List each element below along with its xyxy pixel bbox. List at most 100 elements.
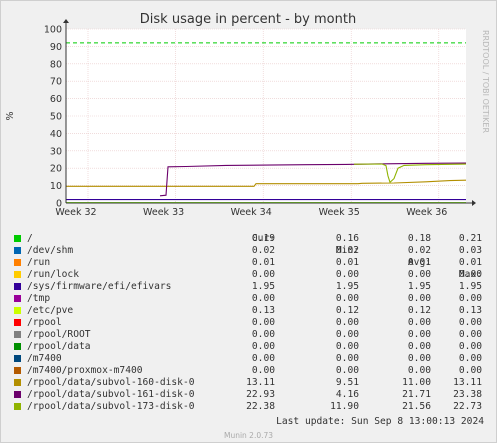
y-tick-label: 100	[44, 25, 62, 36]
legend-row: /rpool/ROOT 0.00 0.00 0.00 0.00	[12, 329, 492, 341]
legend-cur-value: 0.00	[251, 293, 275, 304]
legend-max-value: 0.00	[458, 353, 482, 364]
y-tick-label: 60	[50, 94, 62, 105]
y-tick-label: 90	[50, 42, 62, 53]
legend-min-value: 11.90	[330, 401, 359, 412]
legend-swatch	[14, 235, 21, 242]
legend-series-name: /dev/shm	[27, 245, 74, 256]
y-axis-arrow	[63, 19, 69, 23]
legend-series-name: /rpool/data/subvol-160-disk-0	[27, 377, 195, 388]
legend-row: /rpool/data/subvol-161-disk-0 22.93 4.16 21…	[12, 389, 492, 401]
legend-swatch	[14, 379, 21, 386]
legend-swatch	[14, 355, 21, 362]
y-tick-label: 50	[50, 112, 62, 123]
legend-series-name: /rpool/data	[27, 341, 91, 352]
legend-row: /etc/pve 0.13 0.12 0.12 0.13	[12, 305, 492, 317]
legend-cur-value: 22.93	[246, 389, 275, 400]
legend-swatch	[14, 283, 21, 290]
x-tick-label: Week 32	[55, 207, 96, 218]
legend-series-name: /m7400/proxmox-m7400	[27, 365, 143, 376]
legend-swatch	[14, 271, 21, 278]
legend-swatch	[14, 343, 21, 350]
x-tick-label: Week 36	[406, 207, 447, 218]
legend-row: /rpool/data 0.00 0.00 0.00 0.00	[12, 341, 492, 353]
y-tick-label: 30	[50, 146, 62, 157]
munin-version: Munin 2.0.73	[223, 431, 274, 440]
legend-cur-value: 0.01	[251, 257, 275, 268]
legend-row: /rpool/data/subvol-160-disk-0 13.11 9.51 11…	[12, 377, 492, 389]
legend-row: /run 0.01 0.01 0.01 0.01	[12, 257, 492, 269]
legend-swatch	[14, 259, 21, 266]
y-tick-label: 20	[50, 164, 62, 175]
legend-max-value: 0.00	[458, 293, 482, 304]
legend-series-name: /run	[27, 257, 51, 268]
legend-cur-value: 22.38	[246, 401, 275, 412]
legend-min-value: 0.00	[335, 269, 359, 280]
legend-min-value: 0.00	[335, 341, 359, 352]
legend-min-value: 4.16	[335, 389, 359, 400]
legend-max-value: 0.00	[458, 341, 482, 352]
legend-max-value: 0.01	[458, 257, 482, 268]
rrdtool-side-label: RRDTOOL / TOBI OETIKER	[481, 30, 490, 133]
y-tick-label: 10	[50, 181, 62, 192]
legend-max-value: 0.00	[458, 317, 482, 328]
legend-series-name: /sys/firmware/efi/efivars	[27, 281, 172, 292]
legend-series-name: /	[27, 233, 33, 244]
legend-table: Cur: Min: Avg: Max: /0.19 0.16 0.18 0.21/de…	[12, 221, 492, 413]
legend-max-value: 0.00	[458, 269, 482, 280]
legend-cur-value: 0.00	[251, 365, 275, 376]
legend-series-name: /m7400	[27, 353, 62, 364]
legend-row: /tmp 0.00 0.00 0.00 0.00	[12, 293, 492, 305]
legend-cur-value: 0.00	[251, 317, 275, 328]
legend-swatch	[14, 403, 21, 410]
legend-max-value: 13.11	[453, 377, 482, 388]
x-tick-label: Week 35	[319, 207, 360, 218]
legend-swatch	[14, 391, 21, 398]
last-update: Last update: Sun Sep 8 13:00:13 2024	[276, 416, 484, 427]
legend-cur-value: 0.13	[251, 305, 275, 316]
legend-row: /m7400 0.00 0.00 0.00 0.00	[12, 353, 492, 365]
chart-title: Disk usage in percent - by month	[140, 12, 356, 27]
legend-series-name: /tmp	[27, 293, 51, 304]
legend-series-name: /run/lock	[27, 269, 79, 280]
legend-row: /0.19 0.16 0.18 0.21	[12, 233, 492, 245]
legend-min-value: 0.01	[335, 257, 359, 268]
legend-min-value: 0.00	[335, 293, 359, 304]
y-tick-label: 80	[50, 59, 62, 70]
x-tick-label: Week 34	[231, 207, 272, 218]
legend-cur-value: 0.00	[251, 329, 275, 340]
legend-row: /m7400/proxmox-m7400 0.00 0.00 0.00 0.00	[12, 365, 492, 377]
legend-min-value: 9.51	[335, 377, 359, 388]
legend-cur-value: 0.00	[251, 353, 275, 364]
legend-max-value: 23.38	[453, 389, 482, 400]
legend-row: /rpool 0.00 0.00 0.00 0.00	[12, 317, 492, 329]
legend-row: /sys/firmware/efi/efivars 1.95 1.95 1.95 1.9…	[12, 281, 492, 293]
legend-max-value: 0.00	[458, 365, 482, 376]
y-tick-label: 40	[50, 129, 62, 140]
legend-min-value: 0.12	[335, 305, 359, 316]
legend-min-value: 0.00	[335, 317, 359, 328]
legend-swatch	[14, 295, 21, 302]
x-axis-arrow	[472, 200, 476, 206]
legend-max-value: 0.00	[458, 329, 482, 340]
legend-swatch	[14, 367, 21, 374]
legend-cur-value: 0.00	[251, 269, 275, 280]
legend-max-value: 22.73	[453, 401, 482, 412]
y-tick-label: 70	[50, 77, 62, 88]
legend-cur-value: 13.11	[246, 377, 275, 388]
legend-cur-value: 0.19	[251, 233, 275, 244]
legend-min-value: 0.02	[335, 245, 359, 256]
legend-min-value: 0.16	[335, 233, 359, 244]
legend-swatch	[14, 247, 21, 254]
legend-cur-value: 0.00	[251, 341, 275, 352]
legend-row: /dev/shm 0.02 0.02 0.02 0.03	[12, 245, 492, 257]
legend-series-name: /rpool/data/subvol-161-disk-0	[27, 389, 195, 400]
legend-series-name: /rpool/ROOT	[27, 329, 91, 340]
legend-swatch	[14, 307, 21, 314]
legend-min-value: 0.00	[335, 353, 359, 364]
legend-row: /rpool/data/subvol-173-disk-0 22.38 11.90 2…	[12, 401, 492, 413]
legend-min-value: 1.95	[335, 281, 359, 292]
legend-series-name: /etc/pve	[27, 305, 74, 316]
legend-cur-value: 0.02	[251, 245, 275, 256]
legend-series-name: /rpool	[27, 317, 62, 328]
